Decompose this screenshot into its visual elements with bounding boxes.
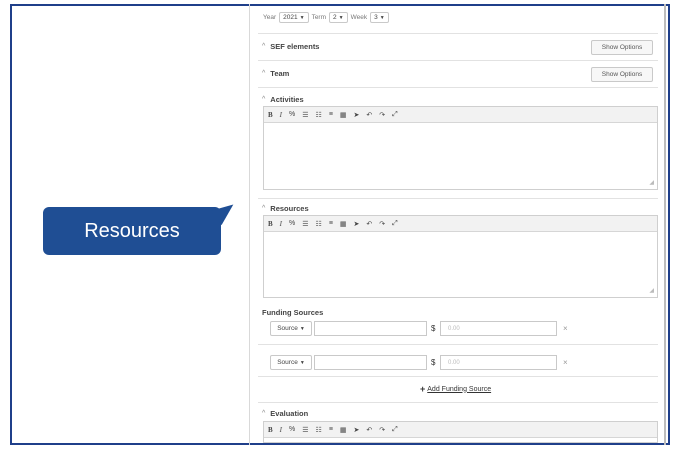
section-header-sef[interactable]: ^ SEF elements (262, 42, 319, 51)
divider (258, 33, 658, 34)
remove-icon[interactable]: × (563, 358, 568, 367)
fullscreen-icon[interactable]: ⤢ (392, 111, 398, 119)
add-funding-source-label: Add Funding Source (427, 385, 492, 393)
link-icon[interactable]: % (289, 220, 295, 227)
cursor-icon[interactable]: ➤ (354, 426, 360, 434)
redo-icon[interactable]: ↷ (379, 111, 385, 119)
scrollbar[interactable] (664, 4, 666, 445)
remove-icon[interactable]: × (563, 324, 568, 333)
funding-source-input[interactable] (314, 321, 427, 336)
cursor-icon[interactable]: ➤ (354, 111, 360, 119)
ordered-list-icon[interactable]: ☰ (302, 111, 308, 119)
cursor-icon[interactable]: ➤ (354, 220, 360, 228)
editor-toolbar: B I % ☰ ☷ ≡ ▦ ➤ ↶ ↷ ⤢ (264, 107, 657, 123)
undo-icon[interactable]: ↶ (366, 220, 372, 228)
italic-icon[interactable]: I (280, 220, 282, 228)
undo-icon[interactable]: ↶ (366, 426, 372, 434)
currency-symbol: $ (431, 358, 436, 367)
chevron-up-icon: ^ (262, 43, 266, 50)
editor-toolbar: B I % ☰ ☷ ≡ ▦ ➤ ↶ ↷ ⤢ (264, 422, 657, 438)
divider (258, 60, 658, 61)
sef-show-options-button[interactable]: Show Options (591, 40, 653, 55)
year-label: Year (263, 14, 277, 21)
redo-icon[interactable]: ↷ (379, 220, 385, 228)
resources-callout: Resources (43, 207, 221, 255)
divider (258, 198, 658, 199)
chevron-down-icon: ▼ (299, 359, 305, 366)
term-select[interactable]: 2 ▼ (329, 12, 348, 23)
bold-icon[interactable]: B (268, 426, 273, 434)
week-label: Week (350, 14, 368, 21)
section-title: Activities (270, 95, 304, 104)
week-select[interactable]: 3 ▼ (370, 12, 389, 23)
resize-handle-icon[interactable]: ◢ (649, 179, 654, 186)
funding-amount-input[interactable]: 0.00 (440, 355, 557, 370)
table-icon[interactable]: ▦ (340, 111, 347, 119)
divider (258, 402, 658, 403)
section-title: Resources (270, 204, 309, 213)
evaluation-editor[interactable]: B I % ☰ ☷ ≡ ▦ ➤ ↶ ↷ ⤢ (263, 421, 658, 443)
funding-source-select[interactable]: Source ▼ (270, 355, 312, 370)
chevron-down-icon: ▼ (379, 14, 385, 21)
bullet-list-icon[interactable]: ☷ (316, 111, 322, 119)
funding-amount-input[interactable]: 0.00 (440, 321, 557, 336)
section-header-resources[interactable]: ^ Resources (262, 204, 309, 213)
callout-label: Resources (84, 219, 180, 242)
chevron-down-icon: ▼ (299, 325, 305, 332)
fullscreen-icon[interactable]: ⤢ (392, 220, 398, 228)
funding-source-select[interactable]: Source ▼ (270, 321, 312, 336)
funding-source-input[interactable] (314, 355, 427, 370)
align-icon[interactable]: ≡ (329, 426, 333, 433)
section-header-activities[interactable]: ^ Activities (262, 95, 304, 104)
italic-icon[interactable]: I (280, 111, 282, 119)
table-icon[interactable]: ▦ (340, 220, 347, 228)
resize-handle-icon[interactable]: ◢ (649, 287, 654, 294)
redo-icon[interactable]: ↷ (379, 426, 385, 434)
chevron-down-icon: ▼ (299, 14, 305, 21)
funding-sources-title: Funding Sources (262, 308, 324, 317)
chevron-down-icon: ▼ (338, 14, 344, 21)
year-select[interactable]: 2021 ▼ (279, 12, 309, 23)
add-funding-source-link[interactable]: + Add Funding Source (420, 384, 491, 394)
divider (258, 87, 658, 88)
activities-editor[interactable]: B I % ☰ ☷ ≡ ▦ ➤ ↶ ↷ ⤢ ◢ (263, 106, 658, 190)
align-icon[interactable]: ≡ (329, 111, 333, 118)
bullet-list-icon[interactable]: ☷ (316, 220, 322, 228)
italic-icon[interactable]: I (280, 426, 282, 434)
undo-icon[interactable]: ↶ (366, 111, 372, 119)
align-icon[interactable]: ≡ (329, 220, 333, 227)
link-icon[interactable]: % (289, 426, 295, 433)
chevron-up-icon: ^ (262, 70, 266, 77)
term-label: Term (311, 14, 327, 21)
fullscreen-icon[interactable]: ⤢ (392, 426, 398, 434)
divider (258, 344, 658, 345)
section-title: Team (270, 69, 290, 78)
bold-icon[interactable]: B (268, 111, 273, 119)
plus-icon: + (420, 384, 426, 394)
chevron-up-icon: ^ (262, 205, 266, 212)
period-filter-bar: Year 2021 ▼ Term 2 ▼ Week 3 ▼ (263, 12, 389, 23)
ordered-list-icon[interactable]: ☰ (302, 220, 308, 228)
table-icon[interactable]: ▦ (340, 426, 347, 434)
bold-icon[interactable]: B (268, 220, 273, 228)
chevron-up-icon: ^ (262, 96, 266, 103)
chevron-up-icon: ^ (262, 410, 266, 417)
link-icon[interactable]: % (289, 111, 295, 118)
ordered-list-icon[interactable]: ☰ (302, 426, 308, 434)
section-header-team[interactable]: ^ Team (262, 69, 289, 78)
currency-symbol: $ (431, 324, 436, 333)
resources-editor[interactable]: B I % ☰ ☷ ≡ ▦ ➤ ↶ ↷ ⤢ ◢ (263, 215, 658, 298)
section-title: SEF elements (270, 42, 320, 51)
divider (258, 376, 658, 377)
section-title: Evaluation (270, 409, 309, 418)
section-header-evaluation[interactable]: ^ Evaluation (262, 409, 308, 418)
team-show-options-button[interactable]: Show Options (591, 67, 653, 82)
bullet-list-icon[interactable]: ☷ (316, 426, 322, 434)
editor-toolbar: B I % ☰ ☷ ≡ ▦ ➤ ↶ ↷ ⤢ (264, 216, 657, 232)
